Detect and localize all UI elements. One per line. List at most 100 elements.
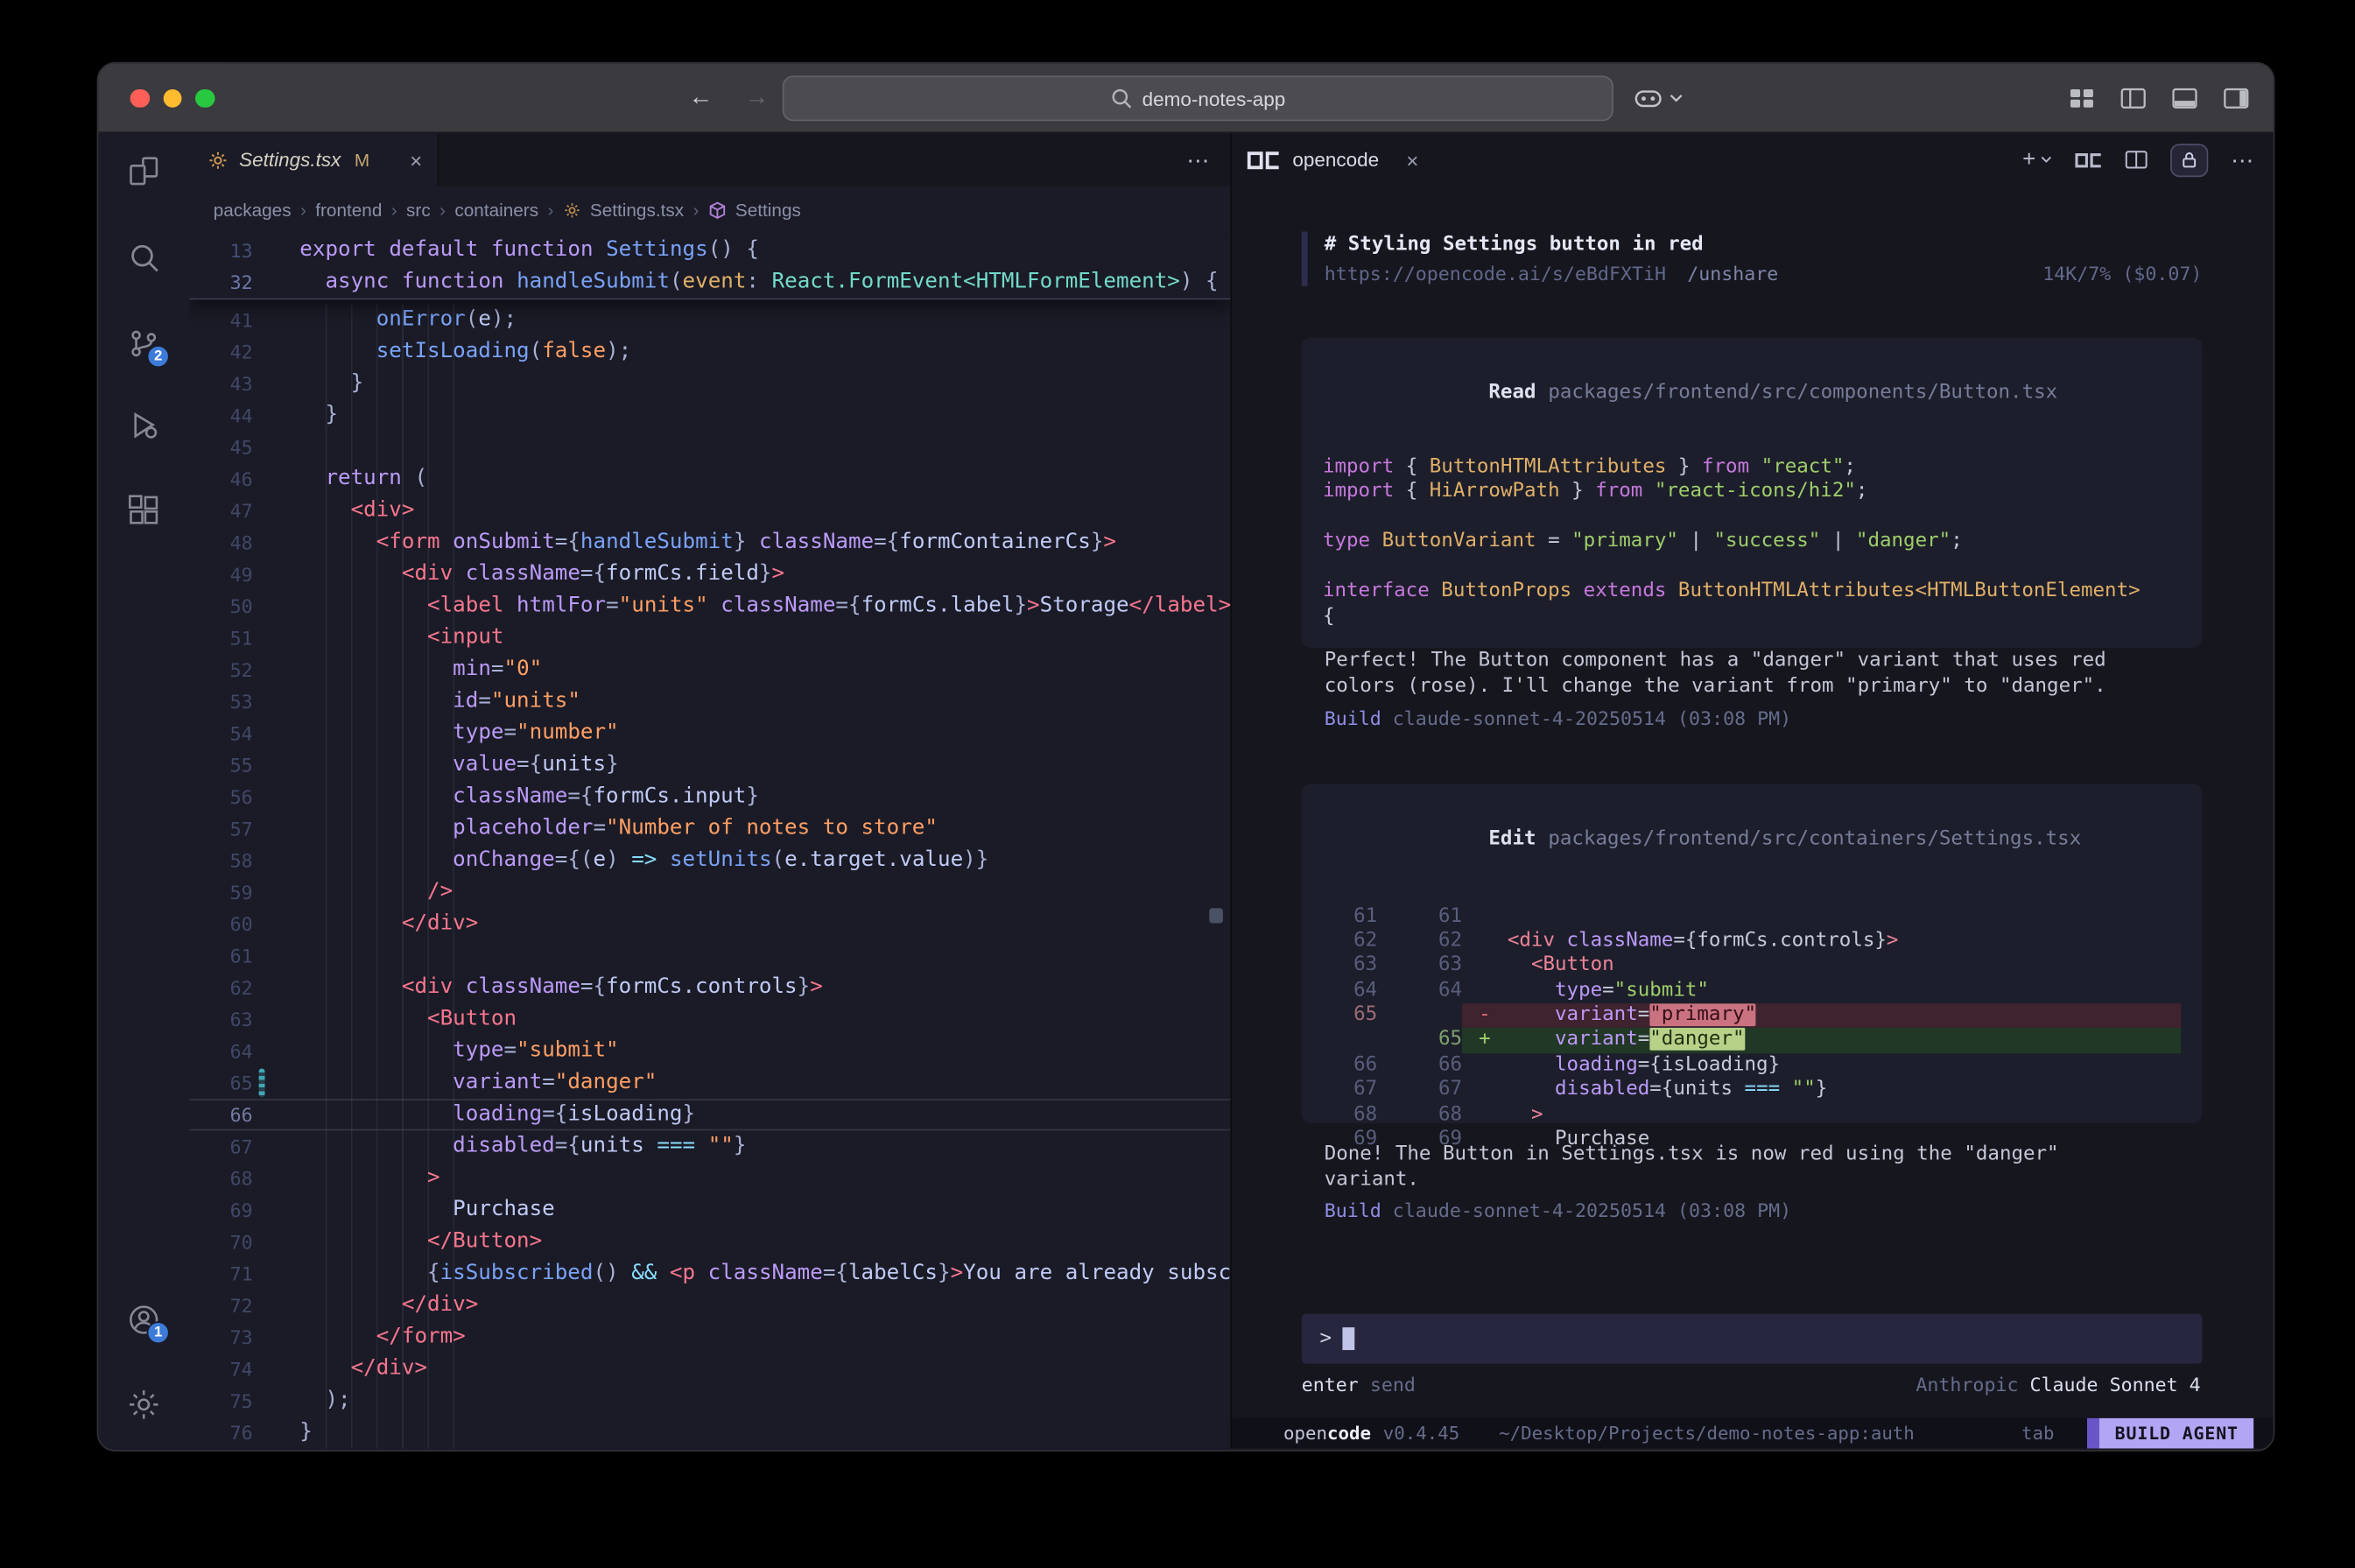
breadcrumb-symbol[interactable]: Settings (735, 200, 801, 221)
code-line[interactable]: 32 async function handleSubmit(event: Re… (189, 266, 1230, 298)
toggle-secondary-sidebar-icon[interactable] (2224, 88, 2249, 109)
close-panel-icon[interactable]: × (1406, 148, 1418, 172)
code-line[interactable]: 52 min="0" (189, 654, 1230, 686)
code-line[interactable]: 65 variant="danger" (189, 1067, 1230, 1099)
breadcrumb-file[interactable]: Settings.tsx (590, 200, 684, 221)
accounts-icon[interactable]: 1 (125, 1302, 161, 1338)
code-line[interactable]: 62 <div className={formCs.controls}> (189, 972, 1230, 1003)
breadcrumb-item[interactable]: frontend (315, 200, 382, 221)
search-sidebar-icon[interactable] (125, 239, 161, 275)
back-button[interactable]: ← (689, 85, 714, 112)
code-line[interactable]: 71 {isSubscribed() && <p className={labe… (189, 1258, 1230, 1290)
extensions-icon[interactable] (125, 492, 161, 528)
breadcrumb-item[interactable]: containers (454, 200, 538, 221)
breadcrumb-item[interactable]: packages (214, 200, 292, 221)
code-line[interactable]: 74 </div> (189, 1354, 1230, 1385)
code-line[interactable]: 46 return ( (189, 463, 1230, 495)
code-line[interactable]: 57 placeholder="Number of notes to store… (189, 812, 1230, 844)
code-line[interactable]: 66 loading={isLoading} (189, 1099, 1230, 1130)
line-number[interactable]: 43 (189, 368, 272, 399)
code-line[interactable]: 49 <div className={formCs.field}> (189, 559, 1230, 590)
code-line[interactable]: 58 onChange={(e) => setUnits(e.target.va… (189, 845, 1230, 876)
close-tab-icon[interactable]: × (410, 148, 422, 172)
line-number[interactable]: 64 (189, 1035, 272, 1066)
line-number[interactable]: 76 (189, 1417, 272, 1448)
code-line[interactable]: 60 </div> (189, 908, 1230, 939)
line-number[interactable]: 55 (189, 749, 272, 781)
settings-gear-icon[interactable] (125, 1387, 161, 1423)
code-line[interactable]: 70 </Button> (189, 1226, 1230, 1257)
session-share-url[interactable]: https://opencode.ai/s/eBdFXTiH (1325, 260, 1666, 285)
line-number[interactable]: 73 (189, 1321, 272, 1353)
tab-settings-tsx[interactable]: Settings.tsx M × (189, 133, 439, 186)
line-number[interactable]: 74 (189, 1354, 272, 1385)
line-number[interactable]: 49 (189, 559, 272, 590)
new-terminal-button[interactable]: + (2022, 147, 2052, 172)
explorer-icon[interactable] (125, 153, 161, 189)
line-number[interactable]: 71 (189, 1258, 272, 1290)
unshare-link[interactable]: /unshare (1687, 260, 1778, 285)
code-line[interactable]: 61 (189, 940, 1230, 972)
split-terminal-icon[interactable] (2125, 150, 2148, 169)
zoom-window-button[interactable] (195, 89, 214, 109)
line-number[interactable]: 70 (189, 1226, 272, 1257)
opencode-mini-logo-icon[interactable] (2075, 152, 2102, 167)
line-number[interactable]: 75 (189, 1385, 272, 1417)
run-debug-icon[interactable] (125, 407, 161, 443)
line-number[interactable]: 53 (189, 686, 272, 717)
line-number[interactable]: 60 (189, 908, 272, 939)
line-number[interactable]: 44 (189, 399, 272, 431)
code-line[interactable]: 56 className={formCs.input} (189, 781, 1230, 812)
line-number[interactable]: 59 (189, 876, 272, 908)
line-number[interactable]: 46 (189, 463, 272, 495)
code-line[interactable]: 75 ); (189, 1385, 1230, 1417)
code-line[interactable]: 59 /> (189, 876, 1230, 908)
line-number[interactable]: 32 (189, 266, 272, 298)
line-number[interactable]: 69 (189, 1194, 272, 1226)
code-line[interactable]: 41 onError(e); (189, 304, 1230, 335)
code-line[interactable]: 76} (189, 1417, 1230, 1448)
line-number[interactable]: 48 (189, 527, 272, 559)
code-line[interactable]: 48 <form onSubmit={handleSubmit} classNa… (189, 527, 1230, 559)
line-number[interactable]: 72 (189, 1290, 272, 1321)
code-line[interactable]: 54 type="number" (189, 717, 1230, 749)
line-number[interactable]: 61 (189, 940, 272, 972)
toggle-primary-sidebar-icon[interactable] (2120, 88, 2146, 109)
code-line[interactable]: 42 setIsLoading(false); (189, 336, 1230, 368)
code-line[interactable]: 69 Purchase (189, 1194, 1230, 1226)
line-number[interactable]: 63 (189, 1003, 272, 1035)
line-number[interactable]: 58 (189, 845, 272, 876)
code-line[interactable]: 43 } (189, 368, 1230, 399)
code-line[interactable]: 47 <div> (189, 495, 1230, 526)
code-line[interactable]: 68 > (189, 1163, 1230, 1194)
line-number[interactable]: 41 (189, 304, 272, 335)
line-number[interactable]: 57 (189, 812, 272, 844)
prompt-input[interactable]: > (1302, 1314, 2203, 1364)
line-number[interactable]: 50 (189, 590, 272, 622)
panel-more-icon[interactable]: ⋯ (2231, 146, 2253, 173)
close-window-button[interactable] (130, 89, 150, 109)
line-number[interactable]: 45 (189, 432, 272, 463)
code-line[interactable]: 51 <input (189, 622, 1230, 654)
code-line[interactable]: 72 </div> (189, 1290, 1230, 1321)
code-line[interactable]: 53 id="units" (189, 686, 1230, 717)
line-number[interactable]: 52 (189, 654, 272, 686)
copilot-menu[interactable] (1633, 64, 1683, 134)
editor-actions-more-icon[interactable]: ⋯ (1186, 133, 1209, 186)
line-number[interactable]: 54 (189, 717, 272, 749)
panel-tab-label[interactable]: opencode (1292, 148, 1379, 171)
toggle-panel-icon[interactable] (2172, 88, 2197, 109)
editor-locked-button[interactable] (2170, 143, 2208, 176)
forward-button[interactable]: → (745, 85, 770, 112)
line-number[interactable]: 68 (189, 1163, 272, 1194)
code-line[interactable]: 64 type="submit" (189, 1035, 1230, 1066)
code-line[interactable]: 44 } (189, 399, 1230, 431)
command-center-search[interactable]: demo-notes-app (783, 75, 1613, 121)
customize-layout-icon[interactable] (2069, 88, 2094, 109)
code-line[interactable]: 63 <Button (189, 1003, 1230, 1035)
line-number[interactable]: 47 (189, 495, 272, 526)
line-number[interactable]: 56 (189, 781, 272, 812)
code-line[interactable]: 50 <label htmlFor="units" className={for… (189, 590, 1230, 622)
code-line[interactable]: 55 value={units} (189, 749, 1230, 781)
line-number[interactable]: 62 (189, 972, 272, 1003)
